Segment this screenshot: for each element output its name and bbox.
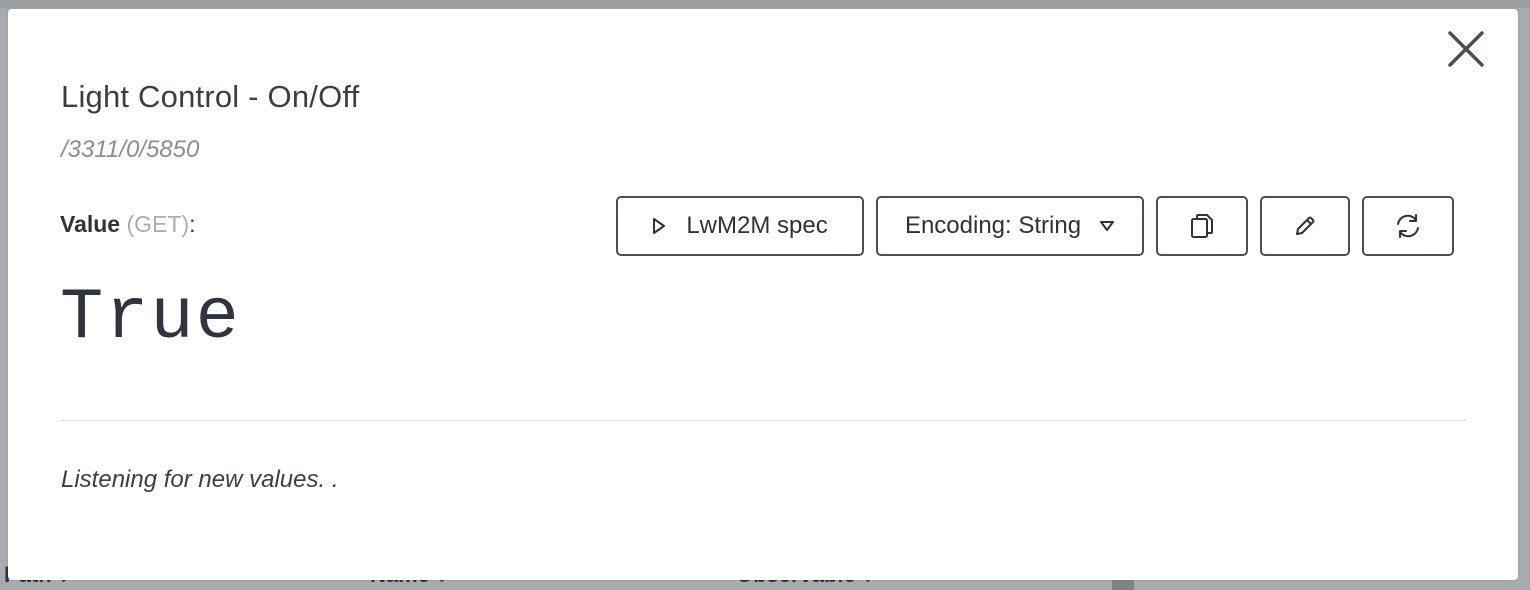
value-toolbar: LwM2M spec Encoding: String [616,196,1454,256]
chevron-down-icon [1099,220,1115,232]
listening-status: Listening for new values. . [61,466,339,493]
value-label-text: Value [60,211,121,237]
copy-button[interactable] [1156,196,1248,256]
value-label: Value (GET): [60,211,196,238]
play-icon [652,217,666,235]
pencil-icon [1296,216,1315,235]
dialog-title: Light Control - On/Off [61,79,360,114]
close-icon [1448,31,1484,67]
copy-icon [1191,214,1213,238]
encoding-label: Encoding: String [904,212,1082,239]
encoding-dropdown[interactable]: Encoding: String [876,196,1144,256]
divider [60,420,1466,421]
lwm2m-spec-button[interactable]: LwM2M spec [616,196,864,256]
refresh-icon [1397,214,1419,238]
value-method: (GET) [126,211,190,237]
close-button[interactable] [1446,29,1486,69]
resource-value: True [60,277,241,359]
lwm2m-spec-label: LwM2M spec [686,212,828,239]
refresh-button[interactable] [1362,196,1454,256]
value-label-colon: : [189,211,196,237]
edit-button[interactable] [1260,196,1350,256]
background-top-bar [0,0,1530,8]
resource-value-dialog: Light Control - On/Off /3311/0/5850 Valu… [8,9,1518,580]
resource-path: /3311/0/5850 [61,136,200,163]
